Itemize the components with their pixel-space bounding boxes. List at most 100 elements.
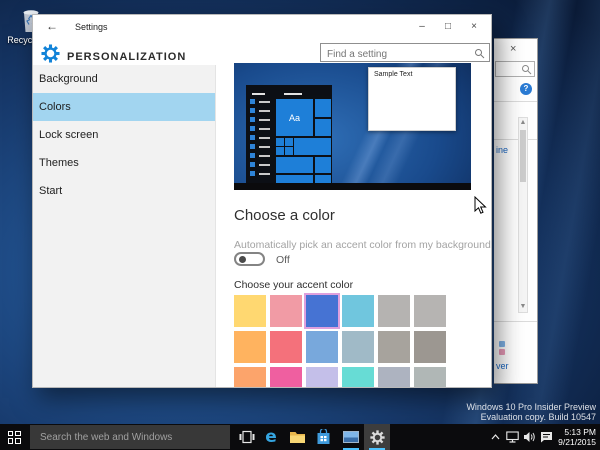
accent-swatch-4[interactable] xyxy=(378,295,410,327)
file-explorer-button[interactable] xyxy=(284,424,310,450)
accent-swatch-14[interactable] xyxy=(306,367,338,387)
background-window-link-bottom[interactable]: ver xyxy=(496,361,509,371)
preview-tile xyxy=(294,138,331,155)
display-icon xyxy=(499,341,505,347)
edge-button[interactable]: e xyxy=(258,424,284,450)
desktop: Recycle Bin × ? ▲ ▼ ine ver ← Settings – xyxy=(0,0,600,450)
accent-swatch-11[interactable] xyxy=(414,331,446,363)
page-title: PERSONALIZATION xyxy=(67,51,187,63)
divider xyxy=(494,101,537,102)
preview-tile xyxy=(315,119,331,136)
settings-titlebar: ← Settings – □ × xyxy=(33,15,491,39)
preview-tile xyxy=(285,138,293,146)
search-icon xyxy=(522,65,532,75)
preview-menu-row xyxy=(250,99,270,104)
sidebar-item-themes[interactable]: Themes xyxy=(33,149,215,177)
action-center-button[interactable] xyxy=(538,424,555,450)
color-icon xyxy=(499,349,505,355)
sidebar-item-colors[interactable]: Colors xyxy=(33,93,215,121)
preview-tile xyxy=(315,99,331,117)
accent-swatch-12[interactable] xyxy=(234,367,266,387)
preview-menu-row xyxy=(250,171,270,176)
help-icon[interactable]: ? xyxy=(520,83,532,95)
task-view-icon xyxy=(239,430,255,444)
preview-start-menu: Aa xyxy=(246,85,332,190)
accent-swatch-10[interactable] xyxy=(378,331,410,363)
auto-accent-label: Automatically pick an accent color from … xyxy=(234,239,491,251)
taskbar-search-box[interactable] xyxy=(30,425,230,449)
minimize-button[interactable]: – xyxy=(411,18,433,36)
choose-color-heading: Choose a color xyxy=(234,207,335,224)
clock-time: 5:13 PM xyxy=(564,427,596,437)
scroll-down-icon[interactable]: ▼ xyxy=(519,303,527,311)
divider xyxy=(494,139,537,140)
accent-swatch-15[interactable] xyxy=(342,367,374,387)
start-button[interactable] xyxy=(0,424,28,450)
accent-swatch-7[interactable] xyxy=(270,331,302,363)
speaker-icon xyxy=(524,432,535,442)
evaluation-watermark: Windows 10 Pro Insider Preview Evaluatio… xyxy=(466,402,596,422)
accent-swatch-8[interactable] xyxy=(306,331,338,363)
volume-button[interactable] xyxy=(521,424,538,450)
accent-swatch-9[interactable] xyxy=(342,331,374,363)
scroll-up-icon[interactable]: ▲ xyxy=(519,119,527,127)
find-setting-input[interactable] xyxy=(321,46,461,63)
preview-taskbar xyxy=(234,183,471,190)
preview-menu-row xyxy=(250,162,270,167)
background-window-link-top[interactable]: ine xyxy=(496,145,508,155)
watermark-line1: Windows 10 Pro Insider Preview xyxy=(466,402,596,412)
preview-menu-row xyxy=(250,144,270,149)
action-center-icon xyxy=(541,432,553,443)
accent-swatch-5[interactable] xyxy=(414,295,446,327)
edge-icon: e xyxy=(265,427,277,447)
preview-menu-row xyxy=(250,117,270,122)
sidebar-item-lock-screen[interactable]: Lock screen xyxy=(33,121,215,149)
background-window-close-button[interactable]: × xyxy=(510,43,516,55)
app-thumbnail-icon xyxy=(343,431,359,443)
toggle-state-label: Off xyxy=(276,254,290,266)
preview-tile xyxy=(285,147,293,155)
accent-swatch-17[interactable] xyxy=(414,367,446,387)
accent-swatch-0[interactable] xyxy=(234,295,266,327)
preview-sample-text: Sample Text xyxy=(374,71,413,78)
accent-swatch-6[interactable] xyxy=(234,331,266,363)
sidebar-item-start[interactable]: Start xyxy=(33,177,215,205)
watermark-line2: Evaluation copy. Build 10547 xyxy=(480,412,596,422)
personalization-app-button[interactable] xyxy=(338,424,364,450)
accent-swatch-1[interactable] xyxy=(270,295,302,327)
preview-tile xyxy=(276,147,284,155)
background-window[interactable]: × ? ▲ ▼ ine ver xyxy=(494,38,538,384)
tray-chevron-button[interactable] xyxy=(487,424,504,450)
accent-swatch-3[interactable] xyxy=(342,295,374,327)
taskbar-clock[interactable]: 5:13 PM 9/21/2015 xyxy=(558,427,596,447)
settings-app-button[interactable] xyxy=(364,424,390,450)
preview-menu-header-dash xyxy=(252,93,265,95)
network-icon xyxy=(506,431,519,443)
close-button[interactable]: × xyxy=(463,18,485,36)
maximize-button[interactable]: □ xyxy=(437,18,459,36)
background-window-search-box[interactable] xyxy=(495,61,535,77)
toggle-knob xyxy=(239,255,246,263)
preview-menu-row xyxy=(250,108,270,113)
accent-swatch-16[interactable] xyxy=(378,367,410,387)
accent-picker-label: Choose your accent color xyxy=(234,279,354,291)
back-button[interactable]: ← xyxy=(43,19,61,33)
accent-swatch-13[interactable] xyxy=(270,367,302,387)
chevron-up-icon xyxy=(491,434,500,440)
preview-menu-list xyxy=(250,99,270,180)
network-button[interactable] xyxy=(504,424,521,450)
task-view-button[interactable] xyxy=(234,424,260,450)
divider xyxy=(494,321,537,322)
auto-accent-toggle[interactable] xyxy=(234,252,265,266)
sidebar-item-background[interactable]: Background xyxy=(33,65,215,93)
preview-tile xyxy=(276,157,313,173)
find-setting-search[interactable] xyxy=(320,43,490,63)
background-window-scrollbar[interactable]: ▲ ▼ xyxy=(518,117,528,313)
store-button[interactable] xyxy=(310,424,336,450)
preview-tiles-header-dash xyxy=(284,93,302,95)
accent-swatch-2[interactable] xyxy=(304,293,340,329)
scrollbar-thumb[interactable] xyxy=(520,130,526,182)
taskbar-search-input[interactable] xyxy=(30,425,230,449)
window-title: Settings xyxy=(75,22,108,32)
preview-menu-row xyxy=(250,126,270,131)
